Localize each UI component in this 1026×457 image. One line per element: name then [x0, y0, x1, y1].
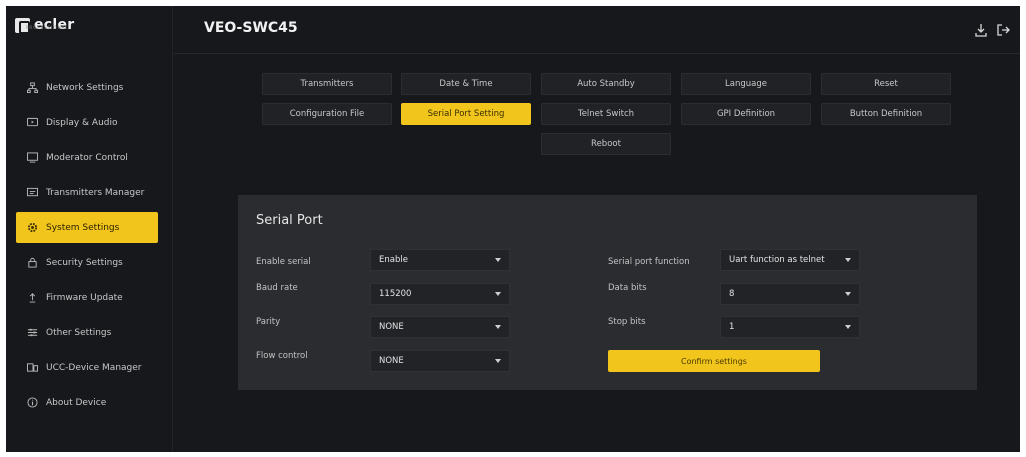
- display-icon: [26, 117, 38, 129]
- baud-rate-select[interactable]: 115200: [370, 283, 510, 305]
- sidebar: ecler PROFESSIONAL Network Settings Disp…: [6, 6, 173, 452]
- app-window: ecler PROFESSIONAL Network Settings Disp…: [6, 6, 1020, 452]
- enable-serial-select[interactable]: Enable: [370, 249, 510, 271]
- download-icon[interactable]: [974, 22, 988, 37]
- tab-configuration-file[interactable]: Configuration File: [262, 103, 392, 125]
- baud-rate-value: 115200: [379, 289, 412, 299]
- transmitter-icon: [26, 187, 38, 199]
- tab-reset[interactable]: Reset: [821, 73, 951, 95]
- gear-icon: [26, 222, 38, 234]
- device-icon: [26, 362, 38, 374]
- stop-bits-label: Stop bits: [608, 317, 646, 327]
- sidebar-item-label: Display & Audio: [46, 117, 118, 128]
- page-title: VEO-SWC45: [204, 20, 298, 36]
- sidebar-item-system-settings[interactable]: System Settings: [16, 212, 158, 243]
- sidebar-item-network-settings[interactable]: Network Settings: [16, 72, 158, 103]
- flow-control-select[interactable]: NONE: [370, 350, 510, 372]
- tab-date-time[interactable]: Date & Time: [401, 73, 531, 95]
- sidebar-item-display-audio[interactable]: Display & Audio: [16, 107, 158, 138]
- brand-tagline: PROFESSIONAL: [26, 25, 69, 30]
- network-icon: [26, 82, 38, 94]
- upload-icon: [26, 292, 38, 304]
- serial-port-panel: Serial Port Enable serial Enable Baud ra…: [238, 195, 977, 390]
- confirm-settings-button[interactable]: Confirm settings: [608, 350, 820, 372]
- stop-bits-value: 1: [729, 322, 735, 332]
- flow-control-label: Flow control: [256, 351, 308, 361]
- tab-transmitters[interactable]: Transmitters: [262, 73, 392, 95]
- tab-button-definition[interactable]: Button Definition: [821, 103, 951, 125]
- monitor-icon: [26, 152, 38, 164]
- logout-icon[interactable]: [996, 22, 1010, 36]
- data-bits-select[interactable]: 8: [720, 283, 860, 305]
- baud-rate-label: Baud rate: [256, 283, 298, 293]
- sidebar-item-about-device[interactable]: About Device: [16, 387, 158, 418]
- sidebar-item-other-settings[interactable]: Other Settings: [16, 317, 158, 348]
- tab-auto-standby[interactable]: Auto Standby: [541, 73, 671, 95]
- sidebar-item-label: Firmware Update: [46, 292, 123, 303]
- sidebar-item-security-settings[interactable]: Security Settings: [16, 247, 158, 278]
- info-icon: [26, 397, 38, 409]
- top-bar: VEO-SWC45: [174, 6, 1020, 54]
- sidebar-nav: Network Settings Display & Audio Moderat…: [16, 72, 158, 422]
- serial-port-function-label: Serial port function: [608, 257, 690, 267]
- sidebar-item-label: Moderator Control: [46, 152, 128, 163]
- sidebar-item-label: About Device: [46, 397, 107, 408]
- sidebar-item-ucc-device-manager[interactable]: UCC-Device Manager: [16, 352, 158, 383]
- tab-language[interactable]: Language: [681, 73, 811, 95]
- sidebar-item-label: System Settings: [46, 222, 120, 233]
- tab-telnet-switch[interactable]: Telnet Switch: [541, 103, 671, 125]
- chevron-down-icon: [845, 292, 851, 296]
- sidebar-item-moderator-control[interactable]: Moderator Control: [16, 142, 158, 173]
- chevron-down-icon: [495, 292, 501, 296]
- data-bits-label: Data bits: [608, 283, 647, 293]
- sidebar-item-label: UCC-Device Manager: [46, 362, 142, 373]
- stop-bits-select[interactable]: 1: [720, 316, 860, 338]
- tab-reboot[interactable]: Reboot: [541, 133, 671, 155]
- panel-title: Serial Port: [256, 213, 323, 228]
- data-bits-value: 8: [729, 289, 735, 299]
- enable-serial-label: Enable serial: [256, 257, 311, 267]
- parity-label: Parity: [256, 317, 281, 327]
- serial-port-function-select[interactable]: Uart function as telnet: [720, 249, 860, 271]
- sidebar-item-label: Security Settings: [46, 257, 123, 268]
- sidebar-item-label: Transmitters Manager: [46, 187, 145, 198]
- lock-icon: [26, 257, 38, 269]
- chevron-down-icon: [495, 325, 501, 329]
- parity-select[interactable]: NONE: [370, 316, 510, 338]
- chevron-down-icon: [845, 258, 851, 262]
- chevron-down-icon: [495, 359, 501, 363]
- chevron-down-icon: [845, 325, 851, 329]
- parity-value: NONE: [379, 322, 404, 332]
- serial-port-function-value: Uart function as telnet: [729, 255, 825, 265]
- sidebar-item-firmware-update[interactable]: Firmware Update: [16, 282, 158, 313]
- sidebar-item-transmitters-manager[interactable]: Transmitters Manager: [16, 177, 158, 208]
- tab-gpi-definition[interactable]: GPI Definition: [681, 103, 811, 125]
- sidebar-item-label: Network Settings: [46, 82, 124, 93]
- sidebar-item-label: Other Settings: [46, 327, 112, 338]
- flow-control-value: NONE: [379, 356, 404, 366]
- tab-serial-port-setting[interactable]: Serial Port Setting: [401, 103, 531, 125]
- chevron-down-icon: [495, 258, 501, 262]
- enable-serial-value: Enable: [379, 255, 408, 265]
- sliders-icon: [26, 327, 38, 339]
